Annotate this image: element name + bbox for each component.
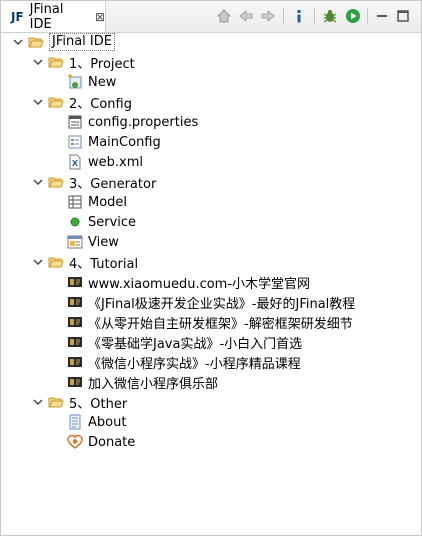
tree-group-generator[interactable]: 3、Generator	[48, 172, 156, 192]
tree-item-label: View	[88, 234, 119, 250]
tree-item-tutorial-link[interactable]: www.xiaomuedu.com-小木学堂官网	[67, 272, 310, 292]
folder-open-icon	[28, 34, 44, 50]
jfinal-ide-view: JF JFinal IDE ⊠ JFinal IDE 1、Project New…	[0, 0, 422, 536]
about-document-icon	[67, 414, 83, 430]
forward-arrow-icon[interactable]	[259, 7, 277, 25]
debug-bug-icon[interactable]	[321, 7, 339, 25]
tab-jfinal-ide[interactable]: JF JFinal IDE ⊠	[1, 1, 106, 32]
tree-item-label: config.properties	[88, 114, 199, 130]
close-icon[interactable]: ⊠	[95, 11, 105, 23]
tutorial-book-icon	[67, 374, 83, 390]
tree-item-label: www.xiaomuedu.com-小木学堂官网	[88, 276, 311, 292]
jf-logo-icon: JF	[11, 9, 24, 24]
tree-root-label: JFinal IDE	[49, 33, 115, 51]
svg-text:X: X	[72, 159, 79, 168]
view-page-icon	[67, 234, 83, 250]
tree-item-label: MainConfig	[88, 134, 161, 150]
xml-file-icon: X	[67, 154, 83, 170]
tutorial-book-icon	[67, 294, 83, 310]
class-file-icon	[67, 134, 83, 150]
toolbar-separator	[314, 8, 315, 24]
tree-item-config-properties[interactable]: config.properties	[67, 112, 198, 132]
properties-file-icon	[67, 114, 83, 130]
chevron-down-icon[interactable]	[12, 32, 24, 52]
back-arrow-icon[interactable]	[237, 7, 255, 25]
folder-open-icon	[48, 254, 64, 270]
tree-item-label: Model	[88, 194, 128, 210]
tree-item-view[interactable]: View	[67, 232, 119, 252]
home-icon[interactable]	[215, 7, 233, 25]
tutorial-book-icon	[67, 354, 83, 370]
tree-item-tutorial-link[interactable]: 加入微信小程序俱乐部	[67, 372, 218, 392]
folder-open-icon	[48, 394, 64, 410]
new-project-icon	[67, 74, 83, 90]
maximize-icon[interactable]	[394, 7, 412, 25]
tree-group-tutorial[interactable]: 4、Tutorial	[48, 252, 138, 272]
folder-open-icon	[48, 174, 64, 190]
tree-item-tutorial-link[interactable]: 《从零开始自主研发框架》-解密框架研发细节	[67, 312, 353, 332]
tree-item-label: 《零基础学Java实战》-小白入门首选	[88, 336, 303, 352]
folder-open-icon	[48, 94, 64, 110]
tree-group-label: 3、Generator	[69, 176, 157, 192]
toolbar-separator	[283, 8, 284, 24]
tree-item-label: 《从零开始自主研发框架》-解密框架研发细节	[88, 316, 353, 332]
tree-group-label: 5、Other	[69, 396, 128, 412]
tree-item-tutorial-link[interactable]: 《零基础学Java实战》-小白入门首选	[67, 332, 302, 352]
tree-group-other[interactable]: 5、Other	[48, 392, 127, 412]
info-icon[interactable]	[290, 7, 308, 25]
tutorial-book-icon	[67, 274, 83, 290]
tree-item-label: Service	[88, 214, 137, 230]
tree-item-about[interactable]: About	[67, 412, 126, 432]
tutorial-book-icon	[67, 334, 83, 350]
tree-item-label: 《JFinal极速开发企业实战》-最好的JFinal教程	[88, 296, 356, 312]
tree-item-label: About	[88, 414, 127, 430]
tree-item-model[interactable]: Model	[67, 192, 127, 212]
green-dot-icon	[67, 214, 83, 230]
tree-item-label: 加入微信小程序俱乐部	[88, 376, 219, 392]
tree-item-label: New	[88, 74, 117, 90]
tab-title: JFinal IDE	[29, 1, 64, 32]
tree-item-label: Donate	[88, 434, 136, 450]
chevron-down-icon[interactable]	[32, 252, 44, 272]
tree-item-new[interactable]: New	[67, 72, 116, 92]
tree-item-label: web.xml	[88, 154, 143, 170]
folder-open-icon	[48, 54, 64, 70]
donate-heart-icon	[67, 434, 83, 450]
tree-item-tutorial-link[interactable]: 《微信小程序实战》-小程序精品课程	[67, 352, 301, 372]
tree-group-label: 2、Config	[69, 96, 132, 112]
tree-item-mainconfig[interactable]: MainConfig	[67, 132, 161, 152]
chevron-down-icon[interactable]	[32, 52, 44, 72]
tree-item-web-xml[interactable]: X web.xml	[67, 152, 143, 172]
tree-group-project[interactable]: 1、Project	[48, 52, 135, 72]
tree-group-label: 1、Project	[69, 56, 135, 72]
tree-root[interactable]: JFinal IDE	[28, 32, 115, 52]
run-icon[interactable]	[344, 7, 362, 25]
tree-item-service[interactable]: Service	[67, 212, 136, 232]
view-tab-bar: JF JFinal IDE ⊠	[1, 1, 421, 33]
chevron-down-icon[interactable]	[32, 172, 44, 192]
tree-group-config[interactable]: 2、Config	[48, 92, 132, 112]
chevron-down-icon[interactable]	[32, 392, 44, 412]
tree-item-donate[interactable]: Donate	[67, 432, 135, 452]
model-table-icon	[67, 194, 83, 210]
tree-group-label: 4、Tutorial	[69, 256, 139, 272]
tree-item-label: 《微信小程序实战》-小程序精品课程	[88, 356, 301, 372]
tutorial-book-icon	[67, 314, 83, 330]
minimize-icon[interactable]	[373, 7, 391, 25]
chevron-down-icon[interactable]	[32, 92, 44, 112]
tree-item-tutorial-link[interactable]: 《JFinal极速开发企业实战》-最好的JFinal教程	[67, 292, 355, 312]
toolbar-separator	[367, 8, 368, 24]
